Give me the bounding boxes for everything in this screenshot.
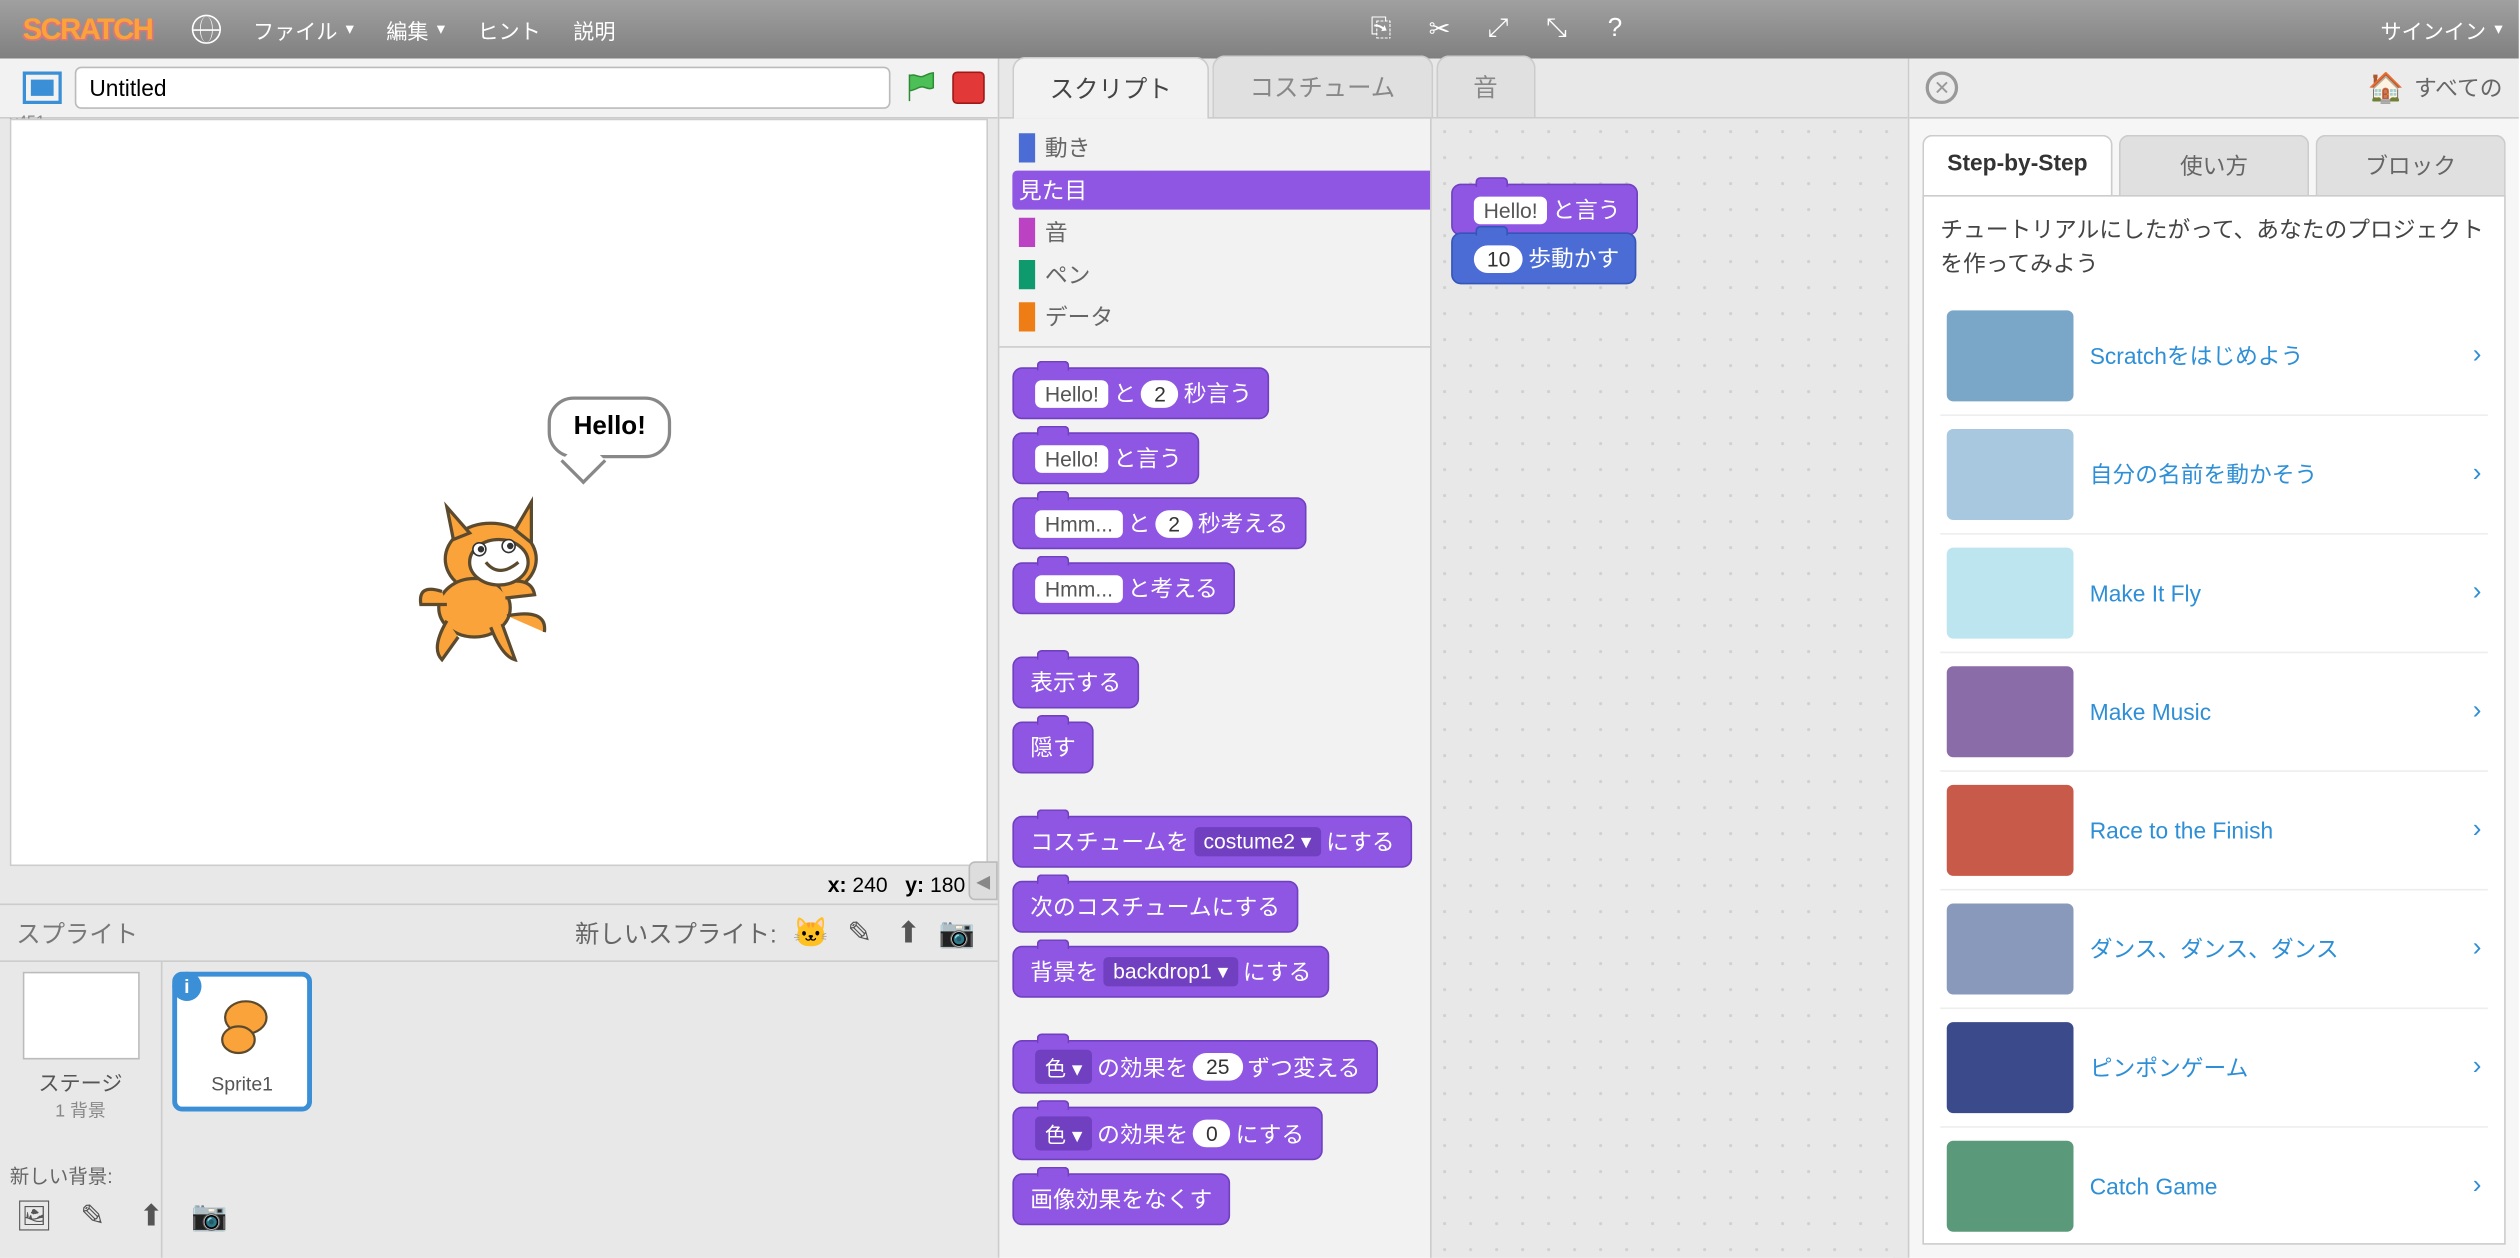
edit-menu[interactable]: 編集 <box>370 14 461 45</box>
home-icon[interactable]: 🏠 <box>2368 71 2404 105</box>
block[interactable]: Hello!と2秒言う <box>1012 367 1270 419</box>
green-flag-icon[interactable] <box>904 70 940 106</box>
chevron-right-icon: › <box>2473 579 2482 608</box>
sprite-toolbar: スプライト 新しいスプライト: 🐱 ✎ ⬆ 📷 <box>0 904 998 963</box>
chevron-right-icon: › <box>2473 1172 2482 1201</box>
block[interactable]: 画像効果をなくす <box>1012 1173 1230 1225</box>
close-tips-icon[interactable]: ✕ <box>1926 72 1959 105</box>
sprite-on-stage[interactable] <box>401 494 564 673</box>
editor-tabs: スクリプト コスチューム 音 <box>999 59 1907 119</box>
menubar: SCRATCH ファイル 編集 ヒント 説明 ⎘ ✂ ⤢ ⤡ ? サインイン <box>0 0 2519 59</box>
grow-icon[interactable]: ⤢ <box>1482 13 1515 46</box>
script-area[interactable]: Hello!と言う10歩動かす <box>1430 119 1908 1258</box>
chevron-right-icon: › <box>2473 460 2482 489</box>
tutorial-item[interactable]: Scratchをはじめよう› <box>1940 297 2488 416</box>
chevron-right-icon: › <box>2473 934 2482 963</box>
tutorial-item[interactable]: Race to the Finish› <box>1940 772 2488 891</box>
block[interactable]: 色 ▾の効果を25ずつ変える <box>1012 1040 1378 1094</box>
fullscreen-icon[interactable] <box>23 72 62 105</box>
block[interactable]: 色 ▾の効果を0にする <box>1012 1107 1322 1161</box>
block[interactable]: Hmm...と考える <box>1012 562 1235 614</box>
tutorial-item[interactable]: 自分の名前を動かそう› <box>1940 416 2488 535</box>
stage-thumbnail[interactable] <box>22 972 139 1060</box>
tutorial-item[interactable]: Make Music› <box>1940 653 2488 772</box>
tips-description: チュートリアルにしたがって、あなたのプロジェクトを作ってみよう <box>1940 213 2488 281</box>
collapse-icon[interactable]: ◀ <box>969 861 998 900</box>
block[interactable]: 10歩動かす <box>1451 232 1637 284</box>
tutorial-item[interactable]: Make It Fly› <box>1940 535 2488 654</box>
stage-label: ステージ <box>38 1066 122 1097</box>
tutorial-item[interactable]: Catch Game› <box>1940 1128 2488 1245</box>
tutorial-item[interactable]: ピンポンゲーム› <box>1940 1009 2488 1128</box>
stage-toolbar <box>0 59 998 119</box>
block[interactable]: 隠す <box>1012 722 1093 774</box>
file-menu[interactable]: ファイル <box>237 14 370 45</box>
block[interactable]: コスチュームをcostume2 ▾にする <box>1012 816 1412 868</box>
sprite-name: Sprite1 <box>211 1073 273 1096</box>
tips-tab-blocks[interactable]: ブロック <box>2316 135 2506 195</box>
stamp-icon[interactable]: ⎘ <box>1365 13 1398 46</box>
all-tips-label[interactable]: すべての <box>2414 72 2503 105</box>
project-title-input[interactable] <box>75 67 891 109</box>
block[interactable]: Hmm...と2秒考える <box>1012 497 1306 549</box>
choose-sprite-icon[interactable]: 🐱 <box>793 917 829 950</box>
scratch-logo[interactable]: SCRATCH <box>0 12 175 46</box>
block[interactable]: 表示する <box>1012 657 1139 709</box>
chevron-right-icon: › <box>2473 341 2482 370</box>
hint-menu[interactable]: ヒント <box>461 14 557 45</box>
category-ペン[interactable]: ペン <box>1012 255 1445 294</box>
paint-backdrop-icon[interactable]: ✎ <box>75 1199 111 1232</box>
block[interactable]: 次のコスチュームにする <box>1012 881 1298 933</box>
sprite-info-icon[interactable]: i <box>172 972 201 1001</box>
chevron-right-icon: › <box>2473 816 2482 845</box>
choose-backdrop-icon[interactable]: 🖼 <box>16 1199 52 1232</box>
category-音[interactable]: 音 <box>1012 213 1445 252</box>
scissors-icon[interactable]: ✂ <box>1423 13 1456 46</box>
sprite-list: i Sprite1 <box>163 962 998 1258</box>
tips-tab-howto[interactable]: 使い方 <box>2119 135 2309 195</box>
about-menu[interactable]: 説明 <box>557 14 632 45</box>
tips-panel: ✕ 🏠 すべての Step-by-Step 使い方 ブロック チュートリアルにし… <box>1908 59 2519 1258</box>
category-見た目[interactable]: 見た目 <box>1012 171 1445 210</box>
tab-scripts[interactable]: スクリプト <box>1012 57 1209 119</box>
shrink-icon[interactable]: ⤡ <box>1540 13 1573 46</box>
category-動き[interactable]: 動き <box>1012 128 1445 167</box>
language-icon[interactable] <box>191 15 220 44</box>
tutorial-item[interactable]: ダンス、ダンス、ダンス› <box>1940 891 2488 1010</box>
category-データ[interactable]: データ <box>1012 297 1445 336</box>
tab-costumes[interactable]: コスチューム <box>1212 55 1432 117</box>
help-icon[interactable]: ? <box>1599 13 1632 46</box>
block[interactable]: 背景をbackdrop1 ▾にする <box>1012 946 1329 998</box>
chevron-right-icon: › <box>2473 697 2482 726</box>
paint-sprite-icon[interactable]: ✎ <box>842 917 878 950</box>
camera-sprite-icon[interactable]: 📷 <box>939 917 975 950</box>
mouse-coords: x: 240 y: 180 <box>0 866 998 903</box>
speech-bubble: Hello! <box>548 397 672 459</box>
tips-tab-step[interactable]: Step-by-Step <box>1922 135 2112 195</box>
new-sprite-label: 新しいスプライト: <box>575 916 777 950</box>
stage-panel: ステージ 1 背景 新しい背景: 🖼 ✎ ⬆ 📷 <box>0 962 163 1258</box>
chevron-right-icon: › <box>2473 1053 2482 1082</box>
tab-sounds[interactable]: 音 <box>1436 55 1535 117</box>
upload-sprite-icon[interactable]: ⬆ <box>891 917 927 950</box>
stage[interactable]: Hello! <box>10 119 988 867</box>
sprite-item[interactable]: i Sprite1 <box>172 972 312 1112</box>
sprites-label: スプライト <box>16 916 138 950</box>
block[interactable]: Hello!と言う <box>1012 432 1199 484</box>
signin-menu[interactable]: サインイン <box>2364 14 2518 45</box>
new-backdrop-label: 新しい背景: <box>10 1162 113 1190</box>
backdrop-count: 1 背景 <box>55 1097 106 1123</box>
stop-icon[interactable] <box>952 72 985 105</box>
